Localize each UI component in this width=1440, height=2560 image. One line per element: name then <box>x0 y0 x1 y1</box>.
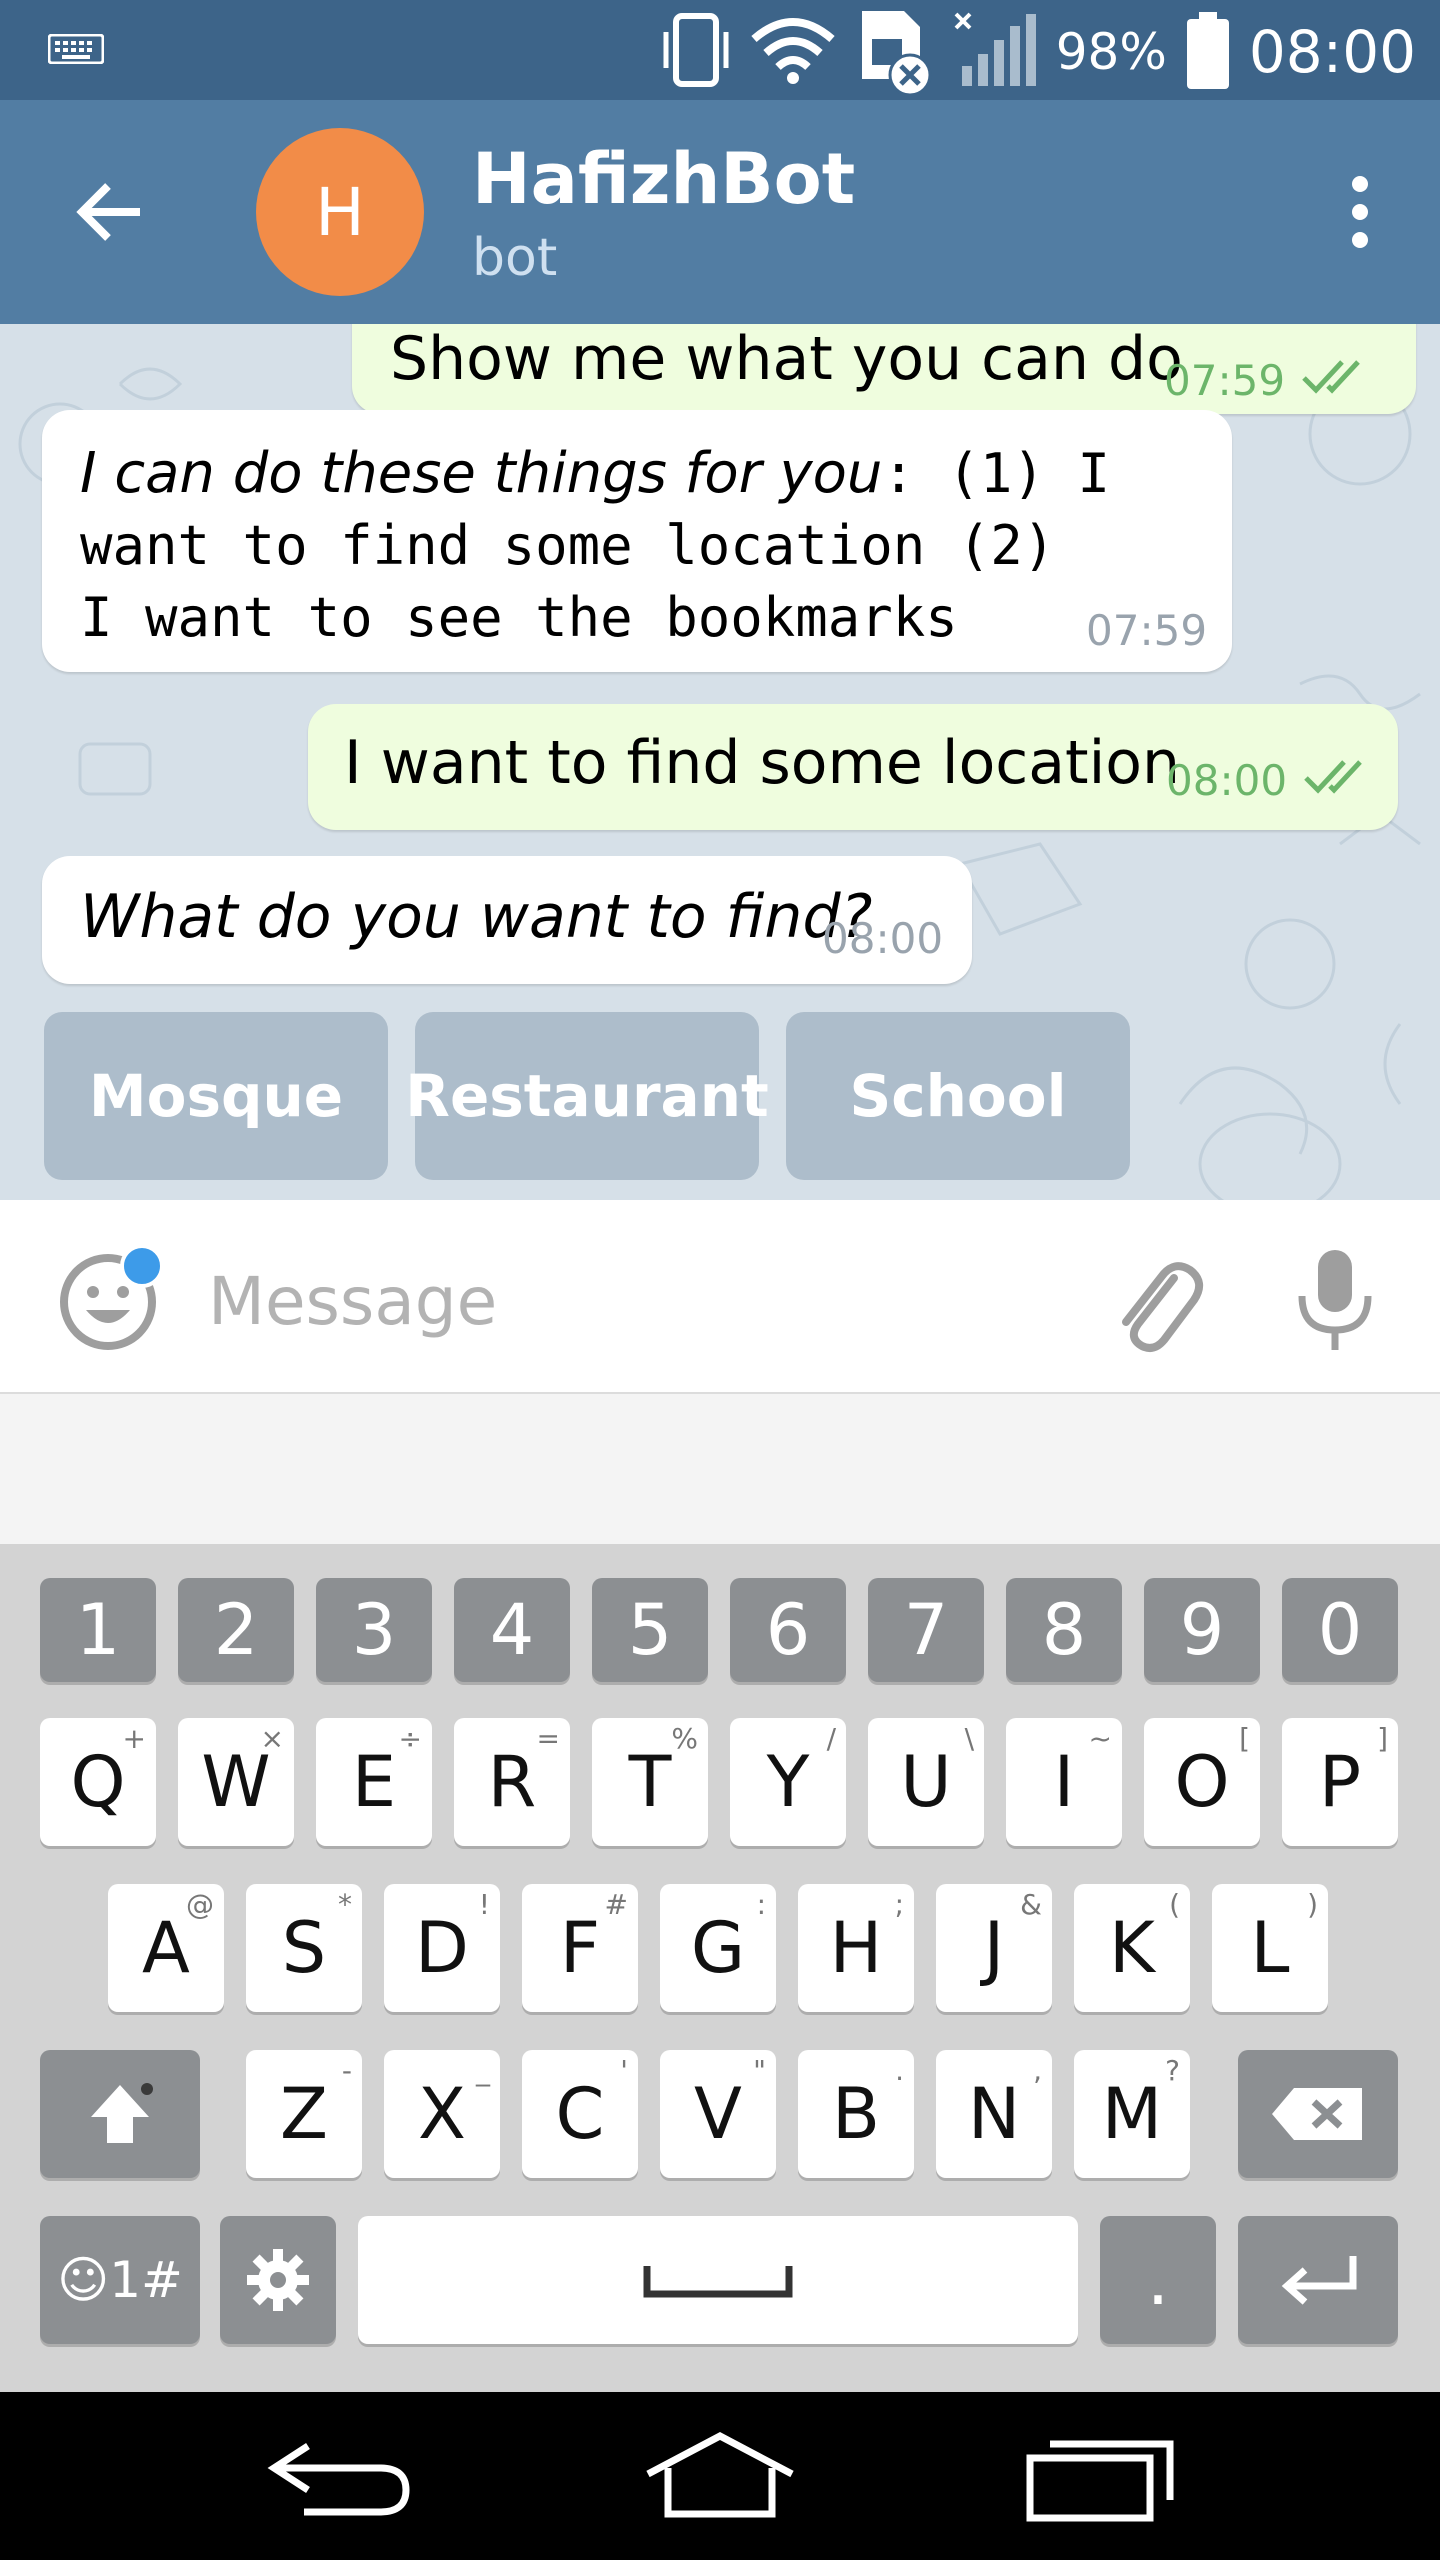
battery-icon <box>1185 10 1231 95</box>
message-composer <box>0 1200 1440 1394</box>
key-o[interactable]: O[ <box>1144 1718 1260 1846</box>
enter-key[interactable] <box>1238 2216 1398 2344</box>
space-key[interactable] <box>358 2216 1078 2344</box>
key-g[interactable]: G: <box>660 1884 776 2012</box>
key-r[interactable]: R = <box>454 1718 570 1846</box>
enter-icon <box>1281 2256 1357 2305</box>
avatar[interactable]: H <box>256 128 424 296</box>
key-k[interactable]: K( <box>1074 1884 1190 2012</box>
wifi-icon <box>750 15 836 90</box>
key-y[interactable]: Y / <box>730 1718 846 1846</box>
message-input[interactable] <box>208 1256 1048 1346</box>
key-f[interactable]: F # <box>522 1884 638 2012</box>
message-bubble-outgoing[interactable]: Show me what you can do 07:59 <box>352 324 1416 414</box>
gear-icon <box>247 2249 309 2311</box>
space-icon <box>643 2266 793 2298</box>
message-bubble-outgoing[interactable]: I want to find some location 08:00 <box>308 704 1398 830</box>
key-c[interactable]: C ' <box>522 2050 638 2178</box>
key-x[interactable]: X _ <box>384 2050 500 2178</box>
bot-button-mosque[interactable]: Mosque <box>44 1012 388 1180</box>
message-italic-text: I can do these things for you <box>80 441 883 506</box>
navigation-bar <box>0 2392 1440 2560</box>
settings-key[interactable] <box>220 2216 336 2344</box>
message-bubble-incoming[interactable]: What do you want to find? 08:00 <box>42 856 972 984</box>
message-time: 07:59 <box>1164 356 1286 405</box>
key-2[interactable]: 2 <box>178 1578 294 1682</box>
notification-dot <box>120 1244 164 1288</box>
double-check-icon <box>1302 360 1360 394</box>
key-q[interactable]: Q + <box>40 1718 156 1846</box>
shift-icon <box>91 2083 153 2143</box>
more-vert-icon[interactable] <box>1340 172 1380 252</box>
message-text: What do you want to find? <box>80 882 873 952</box>
signal-icon <box>952 10 1038 95</box>
key-6[interactable]: 6 <box>730 1578 846 1682</box>
nav-recents-icon[interactable] <box>1020 2428 1180 2528</box>
nav-home-icon[interactable] <box>640 2428 800 2528</box>
key-i[interactable]: I ~ <box>1006 1718 1122 1846</box>
key-d[interactable]: D! <box>384 1884 500 2012</box>
symbols-key[interactable]: ☺1# <box>40 2216 200 2344</box>
key-b[interactable]: B. <box>798 2050 914 2178</box>
key-3[interactable]: 3 <box>316 1578 432 1682</box>
key-4[interactable]: 4 <box>454 1578 570 1682</box>
bot-button-school[interactable]: School <box>786 1012 1130 1180</box>
key-j[interactable]: J & <box>936 1884 1052 2012</box>
message-text: I can do these things for you: (1) I wan… <box>80 438 1120 654</box>
back-arrow-icon[interactable] <box>70 172 150 252</box>
key-u[interactable]: U \ <box>868 1718 984 1846</box>
message-time: 07:59 <box>1086 606 1208 655</box>
battery-percent: 98% <box>1055 23 1167 81</box>
keyboard-icon <box>47 33 105 69</box>
chat-title[interactable]: HafizhBot <box>472 138 855 220</box>
backspace-icon <box>1272 2088 1362 2140</box>
suggestion-strip <box>0 1394 1440 1544</box>
key-z[interactable]: Z- <box>246 2050 362 2178</box>
chat-header: H HafizhBot bot <box>0 100 1440 324</box>
chat-subtitle: bot <box>472 228 558 288</box>
key-n[interactable]: N, <box>936 2050 1052 2178</box>
key-a[interactable]: A @ <box>108 1884 224 2012</box>
key-w[interactable]: W × <box>178 1718 294 1846</box>
message-text: Show me what you can do <box>390 324 1183 394</box>
bot-button-restaurant[interactable]: Restaurant <box>405 1012 769 1180</box>
nav-back-icon[interactable] <box>260 2428 420 2528</box>
clock: 08:00 <box>1248 18 1416 86</box>
period-key[interactable]: . <box>1100 2216 1216 2344</box>
key-0[interactable]: 0 <box>1282 1578 1398 1682</box>
key-p[interactable]: P] <box>1282 1718 1398 1846</box>
backspace-key[interactable] <box>1238 2050 1398 2178</box>
key-5[interactable]: 5 <box>592 1578 708 1682</box>
message-bubble-incoming[interactable]: I can do these things for you: (1) I wan… <box>42 410 1232 672</box>
key-t[interactable]: T% <box>592 1718 708 1846</box>
shift-key[interactable] <box>40 2050 200 2178</box>
microphone-icon[interactable] <box>1290 1246 1380 1356</box>
key-7[interactable]: 7 <box>868 1578 984 1682</box>
key-s[interactable]: S * <box>246 1884 362 2012</box>
message-time: 08:00 <box>1166 756 1288 805</box>
key-1[interactable]: 1 <box>40 1578 156 1682</box>
key-l[interactable]: L) <box>1212 1884 1328 2012</box>
vibrate-icon <box>660 12 732 93</box>
sim-missing-icon <box>854 5 934 100</box>
key-v[interactable]: V " <box>660 2050 776 2178</box>
double-check-icon <box>1304 760 1362 794</box>
message-text: I want to find some location <box>344 728 1180 798</box>
soft-keyboard: 1 2 3 4 5 6 7 8 9 0 Q + W × E ÷ R = T% Y / U \… <box>0 1544 1440 2392</box>
paperclip-icon[interactable] <box>1104 1248 1204 1358</box>
message-time: 08:00 <box>822 914 944 963</box>
key-9[interactable]: 9 <box>1144 1578 1260 1682</box>
key-m[interactable]: M? <box>1074 2050 1190 2178</box>
key-e[interactable]: E ÷ <box>316 1718 432 1846</box>
status-bar: 98% 08:00 <box>0 0 1440 100</box>
key-8[interactable]: 8 <box>1006 1578 1122 1682</box>
key-h[interactable]: H; <box>798 1884 914 2012</box>
chat-area[interactable]: Show me what you can do 07:59 I can do t… <box>0 324 1440 1200</box>
